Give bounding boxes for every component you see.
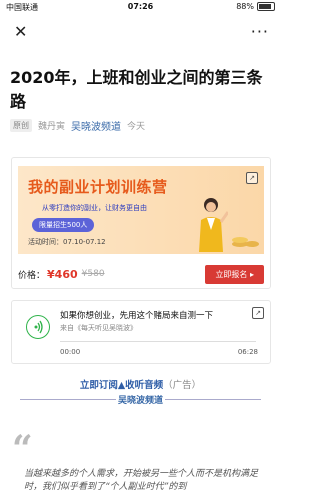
ad-banner[interactable]: 我的副业计划训练营 从零打造你的副业，让财务更自由 限量招生500人 活动时间：…	[18, 166, 264, 254]
audio-progress-bar[interactable]	[60, 341, 256, 342]
account-link[interactable]: 吴晓波频道	[71, 118, 121, 133]
more-icon[interactable]: ···	[251, 22, 269, 41]
battery-indicator: 88%	[236, 2, 275, 11]
external-link-icon: ↗	[252, 307, 264, 319]
publish-date: 今天	[127, 122, 146, 132]
enrollment-pill: 限量招生500人	[32, 218, 95, 232]
article-title: 2020年，上班和创业之间的第三条路	[10, 68, 263, 111]
register-button[interactable]: 立即报名 ▸	[205, 264, 264, 284]
article-meta: 原创 魏丹寅 吴晓波频道 今天	[10, 118, 145, 133]
status-bar: 中国联通 07:26 88%	[0, 0, 281, 14]
banner-title: 我的副业计划训练营	[28, 178, 168, 196]
audio-source: 来自《每天听见吴晓波》	[60, 324, 137, 332]
close-icon[interactable]: ✕	[14, 22, 27, 41]
event-dates: 活动时间：07.10-07.12	[28, 238, 106, 246]
ad-label: （广告）	[163, 380, 202, 391]
coins-illustration	[232, 237, 259, 247]
external-link-icon: ↗	[246, 172, 258, 184]
author-name: 魏丹寅	[38, 122, 66, 132]
battery-percent: 88%	[236, 2, 254, 11]
price-row: 价格： ¥460 ¥580 立即报名 ▸	[18, 264, 264, 284]
audio-play-icon[interactable]	[26, 315, 50, 339]
ad-card[interactable]: 我的副业计划训练营 从零打造你的副业，让财务更自由 限量招生500人 活动时间：…	[11, 157, 271, 289]
article-paragraph: 当越来越多的个人需求，开始被另一些个人而不是机构满足时，我们似乎看到了“个人副业…	[24, 469, 259, 492]
original-tag: 原创	[10, 119, 32, 132]
price-current: ¥460	[47, 267, 78, 281]
banner-subtitle: 从零打造你的副业，让财务更自由	[42, 204, 147, 212]
audio-title: 如果你想创业，先用这个赌局来自测一下	[60, 311, 214, 321]
quote-mark-icon: “	[12, 428, 33, 470]
audio-current-time: 00:00	[60, 348, 81, 356]
subscribe-link[interactable]: 立即订阅▲收听音频	[80, 380, 163, 391]
battery-icon	[257, 2, 275, 11]
price-label: 价格：	[18, 270, 46, 281]
brand-divider: 吴晓波频道	[20, 393, 261, 406]
audio-card[interactable]: 如果你想创业，先用这个赌局来自测一下 来自《每天听见吴晓波》 ↗ 00:00 0…	[11, 300, 271, 364]
presenter-illustration	[199, 198, 228, 252]
subscribe-line: 立即订阅▲收听音频（广告）	[0, 377, 281, 391]
audio-duration: 06:28	[237, 348, 258, 356]
price-original: ¥580	[81, 269, 105, 279]
